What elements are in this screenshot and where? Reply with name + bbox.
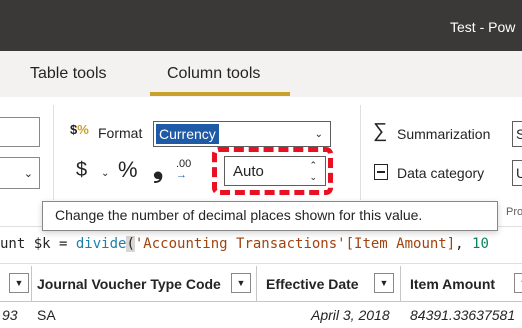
table-cell: SA [37,307,56,323]
currency-dropdown-chevron-icon[interactable]: ⌄ [101,168,109,179]
decimal-places-button[interactable]: .00 → [176,159,191,181]
summarization-label: Summarization [397,126,491,142]
percent-button[interactable]: % [118,157,138,183]
format-selected-value: Currency [156,124,219,144]
currency-button[interactable]: $ [76,159,87,182]
tab-table-tools[interactable]: Table tools [30,65,107,83]
formula-bar[interactable]: unt $k = divide('Accounting Transactions… [0,228,522,264]
column-filter-button[interactable]: ▼ [374,273,394,293]
data-category-value: U [516,165,522,181]
ribbon-divider [53,105,54,200]
column-filter-button[interactable]: ▼ [231,273,251,293]
chevron-down-icon: ⌄ [23,168,33,180]
summarization-value: S [516,126,522,142]
column-filter-button[interactable]: ▼ [9,273,29,293]
formula-text[interactable]: unt $k = divide('Accounting Transactions… [0,236,489,252]
table-row[interactable]: 93 SA April 3, 2018 84391.33637581 [0,302,522,328]
decimal-places-value[interactable]: Auto [233,163,264,180]
table-cell: 84391.33637581 [410,307,516,323]
table-cell: 93 [2,307,18,323]
ribbon-divider [360,105,361,200]
data-type-dropdown[interactable]: ⌄ [0,157,40,189]
formula-function: divide [75,236,127,252]
decimal-places-tooltip: Change the number of decimal places show… [42,201,498,231]
arrow-right-icon: → [176,169,187,181]
decimal-places-stepper[interactable]: Auto ⌃ ⌄ [224,156,326,186]
column-header-journal-voucher-type-code[interactable]: Journal Voucher Type Code [37,276,221,292]
formula-prefix: unt $k = [0,236,76,252]
data-category-label: Data category [397,165,485,181]
formula-reference: 'Accounting Transactions'[Item Amount] [134,236,456,252]
format-dropdown[interactable]: Currency ⌄ [153,121,331,147]
formula-number: 10 [472,236,489,252]
tab-column-tools[interactable]: Column tools [167,65,260,83]
name-field[interactable] [0,117,40,147]
format-icon: $% [70,122,89,137]
column-header-item-amount[interactable]: Item Amount [410,276,495,292]
ribbon-tabs: Table tools Column tools [0,51,522,97]
stepper-arrows-icon[interactable]: ⌃ ⌄ [309,159,317,183]
column-header-effective-date[interactable]: Effective Date [266,276,359,292]
chevron-down-icon: ⌄ [314,129,323,140]
data-category-dropdown[interactable]: U [512,160,522,186]
formula-separator: , [455,236,473,252]
window-title: Test - Pow [450,19,516,35]
properties-group-label: Prop [506,206,522,218]
table-cell: April 3, 2018 [311,307,390,323]
formula-open-paren: ( [126,236,135,252]
title-bar: Test - Pow [0,0,522,51]
table-header: ▼ Journal Voucher Type Code ▼ Effective … [0,266,522,328]
sigma-icon: ∑ [373,120,388,142]
data-category-icon [374,164,388,180]
active-tab-indicator [150,92,290,96]
comma-style-button[interactable]: ❟ [153,153,163,185]
column-filter-button[interactable]: ▼ [514,273,522,293]
format-label: Format [98,125,143,141]
summarization-dropdown[interactable]: S [512,121,522,147]
